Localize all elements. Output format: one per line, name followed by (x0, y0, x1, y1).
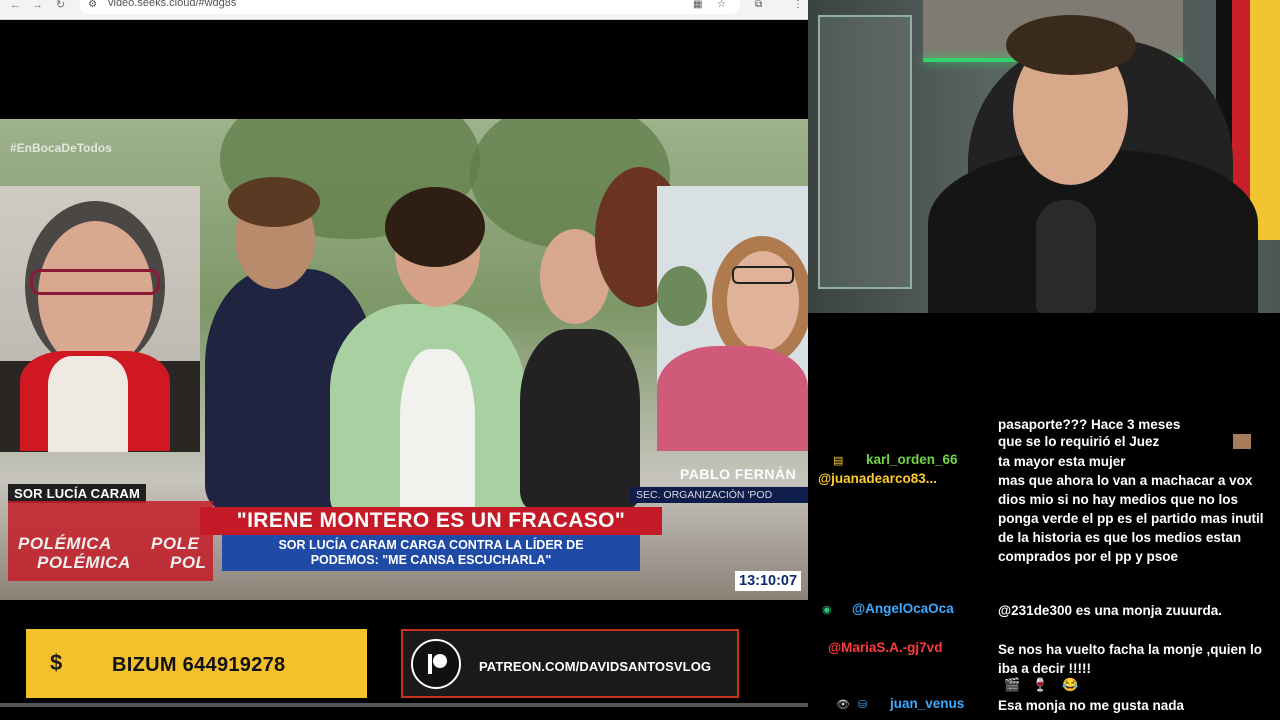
address-bar[interactable]: ⚙ video.seeks.cloud/#wdg8s (80, 0, 740, 14)
eye-badge-icon: 👁 (836, 699, 850, 711)
chat-message-text: Se nos ha vuelto facha la monje ,quien l… (998, 642, 1263, 676)
reload-icon[interactable]: ↻ (56, 0, 65, 11)
eye-badge-icon: ◉ (822, 604, 832, 616)
site-info-icon[interactable]: ⚙ (88, 0, 100, 10)
chat-message-text: @231de300 es una monja zuuurda. (998, 603, 1222, 618)
glasses (30, 269, 160, 295)
forward-icon[interactable]: → (32, 0, 43, 11)
glass-cabinet (818, 15, 912, 289)
chat-username[interactable]: @AngelOcaOca (852, 601, 954, 616)
polemica-graphic: POLÉMICA POLE POLÉMICA POL (8, 501, 213, 581)
broadcast-clock: 13:10:07 (735, 571, 802, 591)
nun-face (38, 221, 153, 371)
bizum-banner: $ BIZUM 644919278 (26, 629, 367, 698)
woman-hair (385, 187, 485, 267)
movie-emote-icon: 🎬 (1004, 677, 1021, 692)
white-collar (48, 356, 128, 452)
extensions-icon[interactable]: ⧉ (755, 0, 767, 10)
wine-emote-icon: 🍷 (1032, 677, 1049, 692)
streamer-hair (1006, 15, 1136, 75)
video-player[interactable]: #EnBocaDeTodos SOR LUCÍA CARAM PABLO FER… (0, 119, 808, 600)
chat-message-text: ta mayor esta mujer (998, 454, 1126, 469)
patreon-logo-icon (428, 654, 447, 674)
flag-yellow (1250, 0, 1280, 240)
patreon-text: PATREON.COM/DAVIDSANTOSVLOG (479, 659, 712, 674)
subline-line-1: SOR LUCÍA CARAM CARGA CONTRA LA LÍDER DE (278, 538, 584, 552)
guest-name-right: PABLO FERNÁN (680, 466, 797, 482)
browser-toolbar: ← → ↻ ⚙ video.seeks.cloud/#wdg8s ▦ ☆ ⧉ ⋮ (0, 0, 808, 20)
glasses (732, 266, 794, 284)
bits-badge-icon: ▤ (833, 455, 844, 467)
subline-line-2: PODEMOS: "ME CANSA ESCUCHARLA" (310, 553, 552, 567)
polemica-text: POLE (151, 534, 200, 553)
polemica-text: POLÉMICA (18, 534, 112, 553)
chat-message-text: que se lo requirió el Juez (998, 434, 1160, 449)
translate-icon[interactable]: ▦ (693, 0, 705, 10)
bookmark-star-icon[interactable]: ☆ (717, 0, 729, 10)
laugh-emote-icon: 😂 (1062, 677, 1079, 692)
plant (657, 266, 707, 326)
menu-icon[interactable]: ⋮ (793, 0, 805, 10)
video-progress-bar[interactable] (0, 703, 808, 707)
guest-inset-left (0, 186, 200, 452)
streamer-webcam (808, 0, 1280, 313)
woman-black-top (520, 329, 640, 509)
patreon-banner: PATREON.COM/DAVIDSANTOSVLOG (401, 629, 739, 698)
polemica-text: POL (170, 553, 207, 572)
polemica-text: POLÉMICA (37, 553, 131, 572)
chat-username[interactable]: juan_venus (890, 696, 964, 711)
chat-message-text: Esa monja no me gusta nada (998, 698, 1185, 713)
news-headline: "IRENE MONTERO ES UN FRACASO" (200, 507, 662, 535)
live-chat: pasaporte??? Hace 3 meses que se lo requ… (808, 313, 1280, 720)
back-icon[interactable]: ← (10, 0, 21, 11)
chat-message-text: mas que ahora lo van a machacar a vox di… (998, 473, 1264, 564)
dollar-icon: $ (50, 650, 63, 675)
chat-username[interactable]: @MariaS.A.-gj7vd (828, 640, 942, 655)
chat-username[interactable]: @juanadearco83... (818, 471, 937, 486)
guest-role-right: SEC. ORGANIZACIÓN 'POD (630, 487, 808, 503)
microphone-icon (1036, 200, 1096, 313)
bizum-text: BIZUM 644919278 (112, 654, 286, 676)
group-badge-icon: ⛁ (858, 699, 868, 711)
white-top (400, 349, 475, 519)
pink-sweater (657, 346, 808, 451)
face-emote-icon (1233, 434, 1251, 449)
show-hashtag: #EnBocaDeTodos (10, 141, 112, 155)
man-hair (228, 177, 320, 227)
guest-inset-right (657, 186, 808, 451)
url-text: video.seeks.cloud/#wdg8s (108, 0, 237, 9)
chat-username[interactable]: karl_orden_66 (866, 452, 958, 467)
patreon-logo-icon (411, 639, 461, 689)
news-subline: SOR LUCÍA CARAM CARGA CONTRA LA LÍDER DE… (222, 535, 640, 571)
